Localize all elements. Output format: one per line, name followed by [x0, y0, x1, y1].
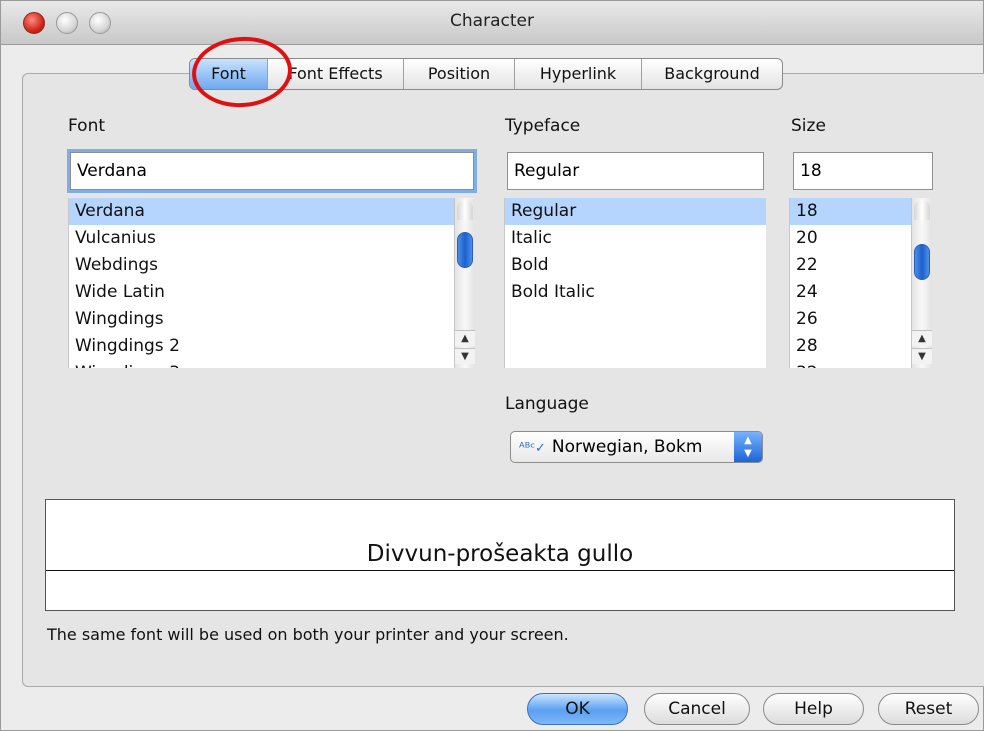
scroll-track-cap	[914, 200, 930, 220]
printer-screen-note: The same font will be used on both your …	[47, 625, 569, 644]
list-item[interactable]: Bold Italic	[505, 279, 766, 306]
list-item[interactable]: 22	[790, 252, 911, 279]
list-item[interactable]: 28	[790, 333, 911, 360]
font-list[interactable]: Verdana Vulcanius Webdings Wide Latin Wi…	[68, 198, 454, 368]
up-down-stepper-icon: ▲ ▼	[734, 432, 762, 462]
font-label: Font	[68, 116, 106, 136]
list-item[interactable]: Webdings	[69, 252, 454, 279]
reset-button[interactable]: Reset	[878, 693, 979, 725]
scroll-thumb[interactable]	[914, 244, 930, 280]
scroll-up-arrow-icon[interactable]: ▲	[912, 330, 932, 346]
list-item[interactable]: Vulcanius	[69, 225, 454, 252]
typeface-list[interactable]: Regular Italic Bold Bold Italic	[504, 198, 766, 368]
list-item[interactable]: 24	[790, 279, 911, 306]
list-item[interactable]: Wide Latin	[69, 279, 454, 306]
list-item[interactable]: Wingdings 3	[69, 360, 454, 368]
spellcheck-icon: ᴬᴮᶜ✓	[519, 441, 546, 456]
scroll-up-arrow-icon[interactable]: ▲	[455, 330, 475, 346]
size-label: Size	[791, 116, 826, 136]
list-item[interactable]: Wingdings 2	[69, 333, 454, 360]
preview-sample-text: Divvun-prošeakta gullo	[362, 541, 638, 567]
language-select[interactable]: ᴬᴮᶜ✓ Norwegian, Bokm ▲ ▼	[510, 431, 763, 463]
tab-hyperlink[interactable]: Hyperlink	[515, 59, 642, 89]
help-button[interactable]: Help	[763, 693, 864, 725]
font-name-input[interactable]: Verdana	[67, 149, 477, 193]
list-item[interactable]: Italic	[505, 225, 766, 252]
language-label: Language	[505, 394, 589, 414]
tab-background[interactable]: Background	[642, 59, 782, 89]
language-value: Norwegian, Bokm	[551, 437, 703, 457]
size-list-scrollbar[interactable]: ▲ ▼	[911, 198, 932, 368]
preview-sample-wrap: Divvun-prošeakta gullo	[46, 541, 954, 567]
character-dialog: Character Font Font Effects Position Hyp…	[0, 0, 984, 731]
list-item[interactable]: 18	[790, 198, 911, 225]
list-item[interactable]: 20	[790, 225, 911, 252]
list-item[interactable]: Wingdings	[69, 306, 454, 333]
typeface-label: Typeface	[505, 116, 581, 136]
cancel-button[interactable]: Cancel	[644, 693, 750, 725]
list-item[interactable]: Bold	[505, 252, 766, 279]
list-item[interactable]: 32	[790, 360, 911, 368]
window-title: Character	[450, 11, 534, 31]
scroll-down-arrow-icon[interactable]: ▼	[455, 348, 475, 364]
scroll-down-arrow-icon[interactable]: ▼	[912, 348, 932, 364]
size-list[interactable]: 18 20 22 24 26 28 32	[789, 198, 911, 368]
font-list-scrollbar[interactable]: ▲ ▼	[454, 198, 475, 368]
list-item[interactable]: Verdana	[69, 198, 454, 225]
preview-baseline	[46, 570, 954, 571]
list-item[interactable]: Regular	[505, 198, 766, 225]
list-item[interactable]: 26	[790, 306, 911, 333]
ok-button[interactable]: OK	[527, 693, 628, 725]
tab-position[interactable]: Position	[404, 59, 515, 89]
size-input[interactable]: 18	[793, 152, 933, 190]
title-bar: Character	[1, 1, 983, 45]
scroll-track-cap	[457, 200, 473, 220]
typeface-input[interactable]: Regular	[507, 152, 764, 190]
scroll-thumb[interactable]	[457, 232, 473, 268]
font-preview: Divvun-prošeakta gullo	[45, 499, 955, 611]
